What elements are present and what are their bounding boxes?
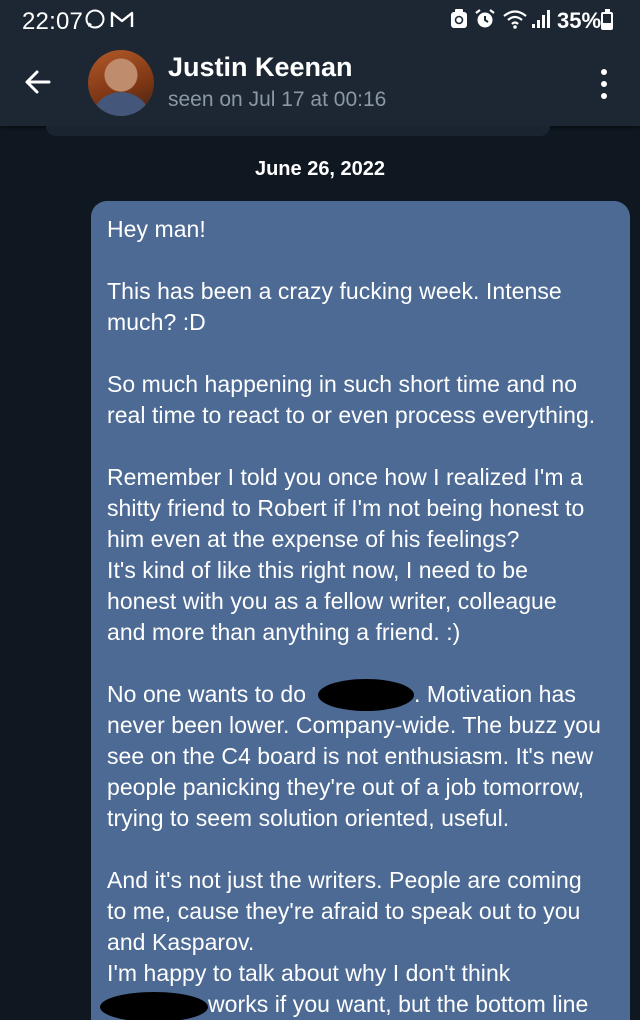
- message-line: I'm happy to talk about why I don't thin…: [107, 960, 511, 986]
- header-bottom-edge: [46, 126, 550, 136]
- battery-icon: [601, 9, 613, 30]
- whatsapp-icon: [84, 8, 106, 36]
- message-line: and Kasparov.: [107, 929, 255, 955]
- redaction-mark: [100, 992, 208, 1020]
- message-line: So much happening in such short time and…: [107, 371, 578, 397]
- message-line: see on the C4 board is not enthusiasm. I…: [107, 743, 594, 769]
- message-line: him even at the expense of his feelings?: [107, 526, 520, 552]
- message-line: never been lower. Company-wide. The buzz…: [107, 712, 601, 738]
- status-time: 22:07: [22, 8, 84, 35]
- more-vertical-icon: [601, 69, 607, 75]
- message-line: to me, cause they're afraid to speak out…: [107, 898, 581, 924]
- message-line: No one wants to do: [107, 681, 307, 707]
- message-line: It's kind of like this right now, I need…: [107, 557, 528, 583]
- signal-icon: [531, 8, 553, 36]
- redaction-mark: [318, 679, 414, 711]
- message-line: real time to react to or even process ev…: [107, 402, 596, 428]
- message-line: trying to seem solution oriented, useful…: [107, 805, 510, 831]
- message-line-suffix: . Motivation has: [414, 681, 576, 707]
- message-line: Remember I told you once how I realized …: [107, 464, 583, 490]
- back-button[interactable]: [18, 62, 58, 102]
- message-line: Hey man!: [107, 216, 206, 242]
- message-line: honest with you as a fellow writer, coll…: [107, 588, 557, 614]
- more-options-button[interactable]: [592, 66, 616, 102]
- last-seen-status: seen on Jul 17 at 00:16: [168, 88, 387, 111]
- battery-percent: 35%: [557, 8, 602, 33]
- chat-screen: 22:07 35% Justin Keenan seen on Jul 17 a…: [0, 0, 640, 1020]
- arrow-left-icon: [25, 70, 51, 94]
- message-line: and more than anything a friend. :): [107, 619, 461, 645]
- message-line: This has been a crazy fucking week. Inte…: [107, 278, 562, 304]
- alarm-icon: [474, 8, 496, 36]
- date-separator: June 26, 2022: [254, 158, 386, 180]
- chat-header: Justin Keenan seen on Jul 17 at 00:16: [0, 40, 640, 126]
- message-line: much? :D: [107, 309, 206, 335]
- message-line: shitty friend to Robert if I'm not being…: [107, 495, 585, 521]
- wifi-icon: [502, 8, 528, 36]
- recycle-icon: [450, 8, 468, 36]
- status-bar: 22:07 35%: [0, 0, 640, 40]
- gmail-icon: [110, 8, 134, 36]
- battery-level: [603, 23, 611, 28]
- contact-name[interactable]: Justin Keenan: [168, 52, 353, 83]
- message-line: And it's not just the writers. People ar…: [107, 867, 582, 893]
- message-line: people panicking they're out of a job to…: [107, 774, 585, 800]
- message-line: works if you want, but the bottom line: [208, 991, 589, 1017]
- contact-avatar[interactable]: [88, 50, 154, 116]
